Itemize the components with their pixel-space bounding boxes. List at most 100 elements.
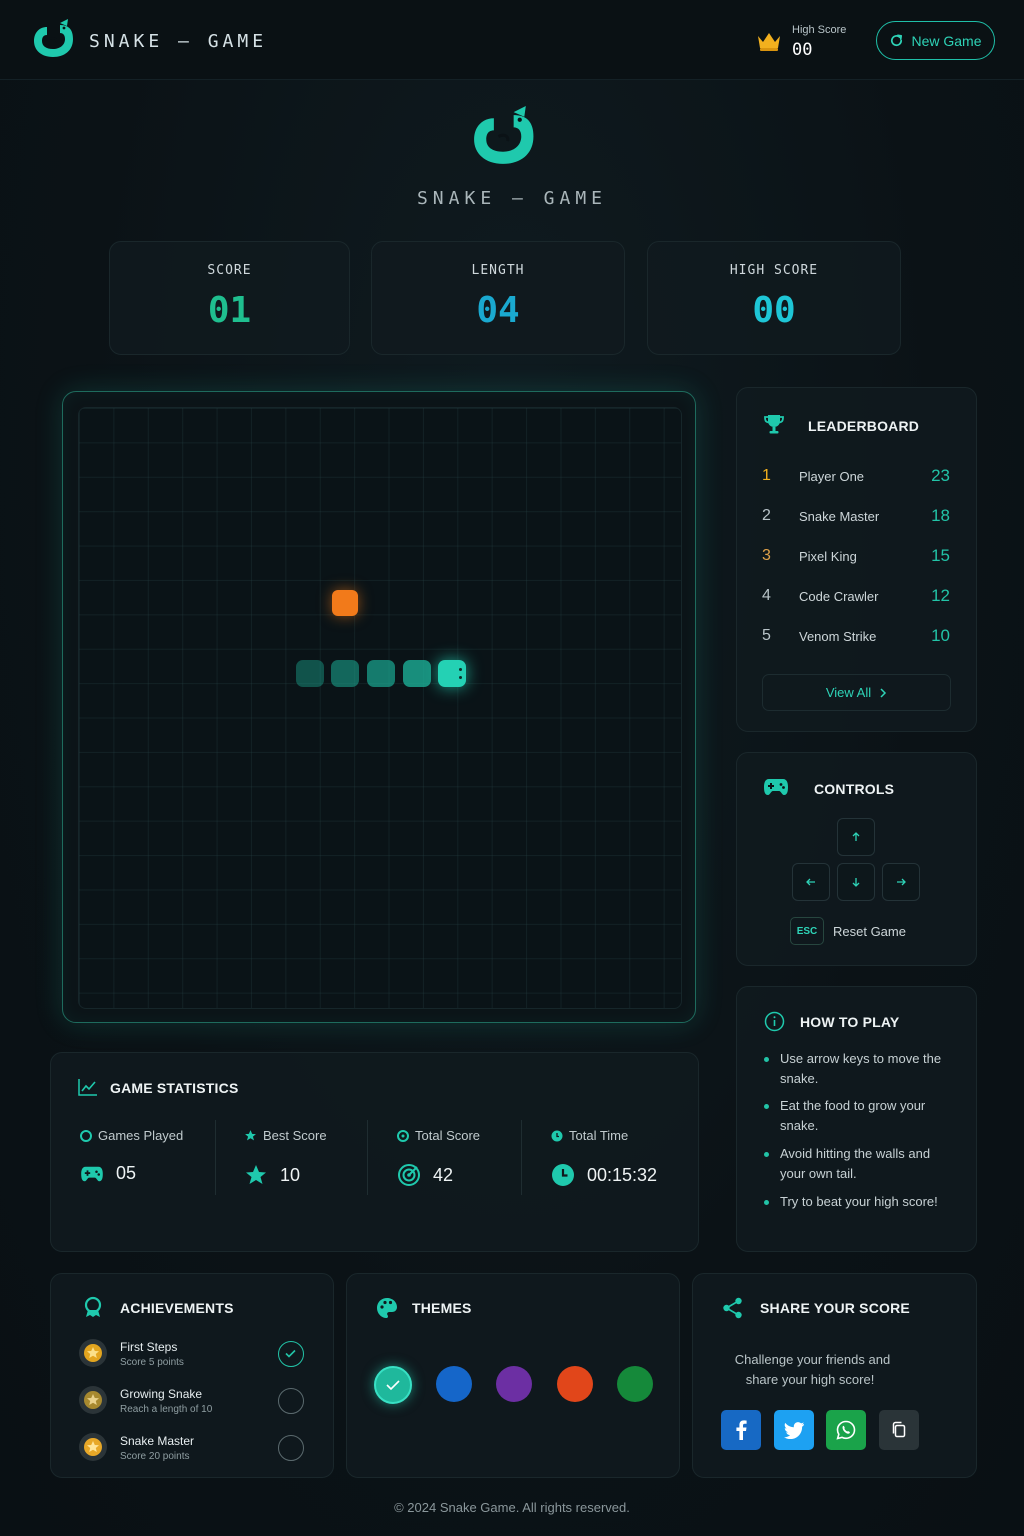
footer-copyright: © 2024 Snake Game. All rights reserved.: [394, 1500, 630, 1515]
stat-label: Total Time: [569, 1128, 629, 1143]
star-small-icon: [245, 1130, 256, 1141]
leaderboard-score: 12: [931, 586, 950, 605]
arrow-up-icon: [852, 832, 860, 841]
length-card: LENGTH 04: [371, 241, 625, 355]
checkmark-icon: [285, 1349, 296, 1358]
length-label: LENGTH: [471, 263, 525, 278]
gamepad-icon: [764, 779, 788, 795]
chart-line-icon: [78, 1079, 97, 1096]
food-pellet: [332, 589, 359, 616]
stat-label: Games Played: [98, 1128, 184, 1143]
snake-segment: [402, 660, 431, 688]
high-score-card-label: HIGH SCORE: [729, 263, 819, 278]
snake-eye: [459, 668, 463, 672]
achievement-status-pending: [278, 1435, 304, 1461]
new-game-button[interactable]: New Game: [876, 21, 995, 60]
whatsapp-icon: [836, 1420, 856, 1440]
leaderboard-row: 3 Pixel King 15: [762, 546, 950, 568]
game-board-frame: [62, 391, 696, 1023]
facebook-icon: [736, 1420, 747, 1440]
achievement-item: Growing Snake Reach a length of 10: [78, 1385, 304, 1417]
copy-icon: [892, 1421, 906, 1438]
theme-blue-swatch[interactable]: [436, 1366, 472, 1402]
stat-best-score: Best Score 10: [244, 1128, 364, 1198]
chevron-right-icon: [880, 687, 887, 698]
gamepad-icon: [81, 1166, 103, 1181]
stat-total-time: Total Time 00:15:32: [551, 1128, 681, 1198]
leaderboard-name: Pixel King: [799, 549, 857, 564]
esc-key[interactable]: ESC: [790, 917, 824, 945]
reset-game-label: Reset Game: [833, 924, 906, 939]
snake-segment: [331, 660, 360, 688]
view-all-button[interactable]: View All: [762, 674, 951, 711]
share-facebook-button[interactable]: [721, 1410, 761, 1450]
medal-icon: [79, 1433, 107, 1461]
stat-value: 10: [280, 1164, 301, 1185]
share-whatsapp-button[interactable]: [826, 1410, 866, 1450]
crown-icon: [758, 33, 780, 51]
stat-label: Total Score: [415, 1128, 481, 1143]
leaderboard-rank: 3: [762, 547, 771, 564]
clock-small-icon: [551, 1130, 563, 1141]
stat-games-played: Games Played 05: [80, 1128, 210, 1198]
theme-orange-swatch[interactable]: [557, 1366, 593, 1402]
how-to-play-title: HOW TO PLAY: [800, 1014, 900, 1030]
high-score-value: 00: [792, 40, 813, 60]
trophy-icon: [764, 415, 784, 434]
snake-logo-large-icon: [474, 106, 534, 164]
leaderboard-score: 23: [931, 466, 950, 485]
leaderboard-score: 18: [931, 506, 950, 525]
arrow-right-key[interactable]: [882, 863, 920, 901]
achievement-name: First Steps: [120, 1340, 178, 1354]
leaderboard-name: Code Crawler: [799, 589, 879, 604]
star-icon: [246, 1165, 266, 1184]
leaderboard-score: 15: [931, 546, 950, 565]
theme-green-swatch[interactable]: [617, 1366, 653, 1402]
leaderboard-row: 5 Venom Strike 10: [762, 626, 950, 648]
share-text-line2: share your high score!: [745, 1372, 875, 1387]
arrow-left-key[interactable]: [792, 863, 830, 901]
target-icon: [398, 1164, 420, 1186]
snake-logo-icon: [34, 19, 73, 57]
share-icon: [723, 1297, 742, 1319]
score-label: SCORE: [207, 263, 252, 278]
score-card: SCORE 01: [109, 241, 350, 355]
new-game-label: New Game: [911, 32, 982, 49]
leaderboard-row: 4 Code Crawler 12: [762, 586, 950, 608]
share-twitter-button[interactable]: [774, 1410, 814, 1450]
target-small-icon: [397, 1129, 409, 1142]
leaderboard-rank: 4: [762, 587, 771, 604]
leaderboard-rank: 2: [762, 507, 771, 524]
theme-purple-swatch[interactable]: [496, 1366, 532, 1402]
medal-icon: [79, 1339, 107, 1367]
view-all-label: View All: [825, 685, 872, 700]
divider: [367, 1120, 368, 1195]
stat-value: 42: [433, 1164, 454, 1185]
theme-teal-swatch[interactable]: [374, 1366, 412, 1404]
hero-title: SNAKE — GAME: [416, 188, 608, 209]
how-to-play-item: Eat the food to grow your snake.: [764, 1096, 944, 1136]
top-bar: SNAKE — GAME High Score 00 New Game: [0, 0, 1024, 80]
medal-icon: [79, 1386, 107, 1414]
refresh-icon: [891, 34, 903, 47]
share-title: SHARE YOUR SCORE: [760, 1300, 910, 1316]
achievement-item: Snake Master Score 20 points: [78, 1432, 304, 1464]
leaderboard-name: Venom Strike: [799, 629, 877, 644]
leaderboard-rank: 1: [762, 467, 771, 484]
length-value: 04: [476, 290, 520, 331]
arrow-right-icon: [897, 878, 906, 886]
high-score-card-value: 00: [752, 290, 796, 331]
snake-segment: [367, 660, 395, 688]
arrow-up-key[interactable]: [837, 818, 875, 856]
achievement-item: First Steps Score 5 points: [78, 1338, 304, 1370]
controls-title: CONTROLS: [814, 781, 895, 797]
brand-title: SNAKE — GAME: [89, 31, 268, 52]
achievement-status-done: [278, 1341, 304, 1367]
checkmark-icon: [386, 1380, 400, 1391]
copy-link-button[interactable]: [879, 1410, 919, 1450]
achievement-name: Snake Master: [120, 1434, 195, 1448]
arrow-down-key[interactable]: [837, 863, 875, 901]
game-board[interactable]: [78, 407, 682, 1009]
leaderboard-row: 1 Player One 23: [762, 466, 950, 488]
arrow-down-icon: [852, 878, 860, 887]
